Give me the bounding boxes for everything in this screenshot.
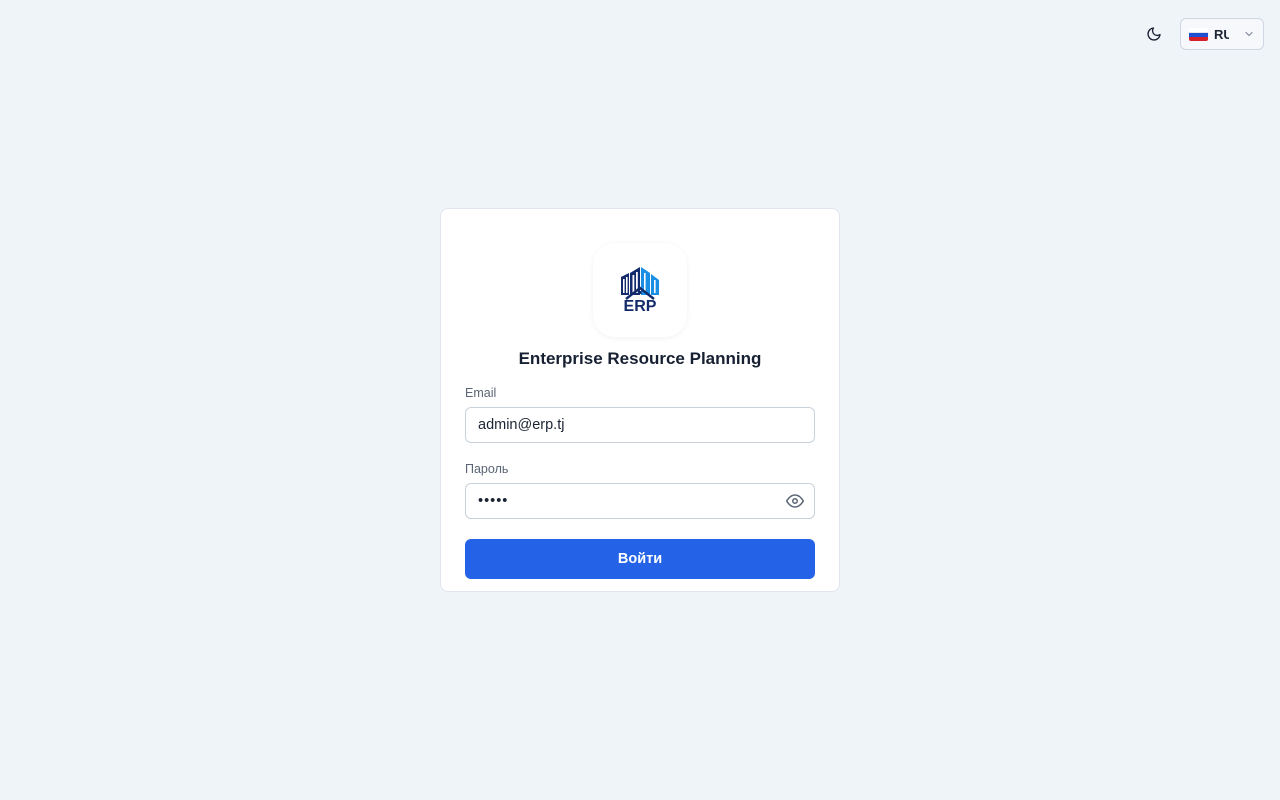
top-bar: RU: [1138, 18, 1264, 50]
email-label: Email: [465, 386, 497, 400]
theme-toggle-button[interactable]: [1138, 18, 1170, 50]
email-input[interactable]: [465, 407, 815, 443]
show-password-button[interactable]: [785, 492, 805, 510]
language-code: RU: [1214, 26, 1229, 42]
russia-flag-icon: [1189, 27, 1208, 41]
app-title: Enterprise Resource Planning: [518, 349, 762, 368]
logo-text: ERP: [624, 298, 657, 313]
password-field-wrapper: [465, 483, 815, 519]
password-label: Пароль: [465, 462, 509, 476]
chevron-down-icon: [1243, 28, 1255, 40]
login-card: ERP Enterprise Resource Planning Email П…: [440, 208, 840, 592]
password-input[interactable]: [465, 483, 815, 519]
erp-logo-icon: ERP: [621, 267, 659, 313]
login-button[interactable]: Войти: [465, 539, 815, 579]
moon-icon: [1147, 27, 1161, 41]
logo-container: ERP: [593, 243, 687, 337]
language-select[interactable]: RU: [1180, 18, 1264, 50]
eye-icon: [786, 494, 804, 508]
